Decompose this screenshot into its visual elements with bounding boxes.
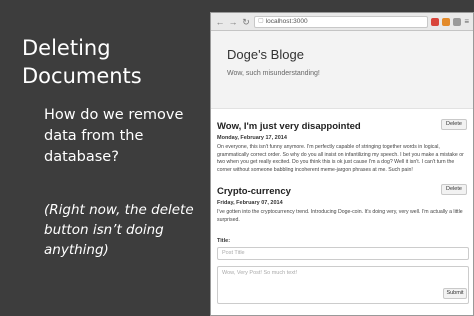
- post-date: Monday, February 17, 2014: [217, 135, 287, 141]
- menu-icon[interactable]: ≡: [464, 17, 469, 26]
- browser-window: ← → ↻ ▢ localhost:3000 ≡ Doge's Bloge Wo…: [210, 12, 474, 316]
- header-jumbotron: Doge's Bloge Wow, such misunderstanding!: [211, 31, 473, 109]
- delete-button[interactable]: Delete: [441, 119, 467, 130]
- post-title: Wow, I'm just very disappointed: [217, 121, 361, 132]
- slide-title: Deleting Documents: [22, 36, 142, 88]
- post-body: On everyone, this isn't funny anymore. I…: [217, 144, 464, 173]
- slide-note: (Right now, the delete button isn’t doin…: [44, 202, 194, 258]
- reload-icon[interactable]: ↻: [241, 13, 251, 31]
- extension-icon-gray[interactable]: [453, 17, 462, 26]
- blog-subtitle: Wow, such misunderstanding!: [227, 70, 320, 77]
- post-title-input[interactable]: Post Title: [217, 247, 469, 260]
- back-icon[interactable]: ←: [215, 13, 225, 31]
- post: Delete Wow, I'm just very disappointed M…: [211, 109, 473, 174]
- url-text: localhost:3000: [265, 18, 308, 25]
- page-icon: ▢: [258, 18, 264, 24]
- forward-icon[interactable]: →: [228, 13, 238, 31]
- extension-icon-red[interactable]: [431, 17, 440, 26]
- delete-button[interactable]: Delete: [441, 184, 467, 195]
- submit-button[interactable]: Submit: [443, 288, 467, 299]
- slide-body: How do we remove data from the database?: [44, 107, 184, 165]
- address-bar[interactable]: ▢ localhost:3000: [254, 15, 429, 28]
- browser-toolbar: ← → ↻ ▢ localhost:3000 ≡: [211, 13, 473, 31]
- post-date: Friday, February 07, 2014: [217, 200, 283, 206]
- post-body: I've gotten into the cryptocurrency tren…: [217, 209, 463, 223]
- new-post-form: Title: Post Title Wow, Very Post! So muc…: [211, 238, 473, 304]
- post: Delete Crypto-currency Friday, February …: [211, 174, 473, 224]
- title-label: Title:: [217, 238, 231, 244]
- blog-title: Doge's Bloge: [227, 47, 304, 62]
- post-title: Crypto-currency: [217, 186, 291, 197]
- web-page: Doge's Bloge Wow, such misunderstanding!…: [211, 31, 473, 304]
- post-body-textarea[interactable]: Wow, Very Post! So much text!: [217, 266, 469, 304]
- extension-icon-orange[interactable]: [442, 17, 451, 26]
